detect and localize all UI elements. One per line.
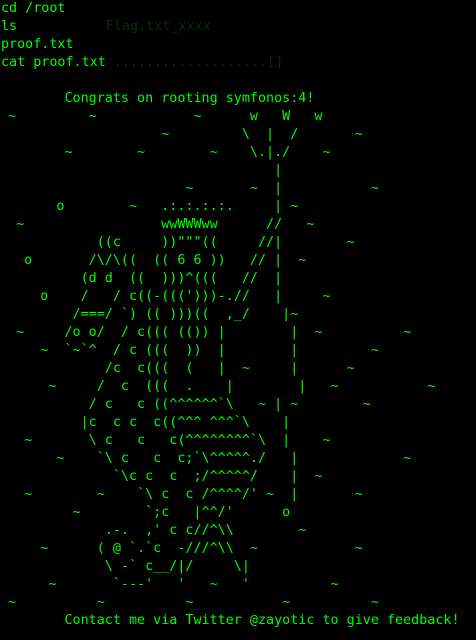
ascii-art-line: ~ ~ ~ ~ ~ [0, 595, 379, 610]
ascii-art-line: ~ ~ ~ w W w [0, 109, 323, 124]
command-history: cd /root ls Flag.txt_xxxx proof.txt cat pro… [0, 0, 476, 72]
ascii-art-line: ~ `\ c c c;`\^^^^^./ | ~ [0, 451, 412, 466]
ascii-art-line: / c c ((^^^^^^`\ ~ | ~ ~ [0, 397, 371, 412]
proof-banner: Congrats on rooting symfonos:4! ~ ~ ~ w … [0, 72, 476, 630]
faint-text: Flag.txt_xxxx [17, 19, 211, 34]
ascii-art-line: ~ ~ ~ \.|./ ~ [0, 145, 331, 160]
command-text: ls [1, 19, 18, 34]
command-text: cd /root [1, 1, 66, 16]
ascii-art-line: o ~ .:.:.:.:. | ~ [0, 199, 299, 214]
contact-message: Contact me via Twitter @zayotic to give … [0, 613, 460, 628]
ascii-art-line: ~ ~ `\ c c /^^^^/' ~ | ~ [0, 487, 363, 502]
ascii-art-line: `\c c c ;/^^^^^/ | ~ [0, 469, 323, 484]
ascii-art-line: ~ `---' ' ~ ' ~ [0, 577, 339, 592]
ascii-art-line: ~ / c ((( . | | ~ ~ [0, 379, 436, 394]
command-line: proof.txt [0, 36, 476, 54]
command-text: proof.txt [1, 37, 74, 52]
ascii-art-line: | [0, 163, 283, 178]
ascii-art-line: .-. ,' c c//^\\ ~ [0, 523, 307, 538]
ascii-art-line: ~ ~ | ~ [0, 181, 379, 196]
congrats-message: Congrats on rooting symfonos:4! [0, 91, 315, 106]
ascii-art-line: \ -` c__/|/ \| [0, 559, 250, 574]
ascii-art-line: /===/ `) (( )))(( ,_/ |~ [0, 307, 299, 322]
ascii-art-line: ~ wwWWWww // ~ [0, 217, 315, 232]
ascii-art-line: o / / c((-(((')))-.// | ~ [0, 289, 331, 304]
ascii-art-line: ((c ))"""(( //| ~ [0, 235, 355, 250]
command-text: cat proof.txt [1, 55, 106, 70]
ascii-art-line: |c c c c((^^^ ^^^`\ | [0, 415, 291, 430]
ascii-art-line: ~ `~`^ / c ((( )) | | ~ [0, 343, 379, 358]
ascii-art-line: o /\/\(( (( 6 6 )) // | ~ [0, 253, 307, 268]
ascii-art-line: ~ \ c c c(^^^^^^^^`\ | ~ [0, 433, 331, 448]
ascii-art-line: (d d (( )))^((( // | [0, 271, 283, 286]
ascii-art-line: ~ /o o/ / c((( (()) | | ~ ~ [0, 325, 412, 340]
command-line: cd /root [0, 0, 476, 18]
command-line: ls Flag.txt_xxxx [0, 18, 476, 36]
ascii-art-line [0, 72, 476, 90]
faint-text: ...................[] [105, 55, 284, 70]
command-line: cat proof.txt ...................[] [0, 54, 476, 72]
ascii-art-line: ~ \ | / ~ [0, 127, 363, 142]
ascii-art-line: /c c((( ( | ~ | ~ [0, 361, 355, 376]
ascii-art-line: ~ ( @ `.`c -///^\\ ~ ~ [0, 541, 363, 556]
ascii-art-line: ~ `;c |^^/' o [0, 505, 291, 520]
terminal-window[interactable]: cd /root ls Flag.txt_xxxx proof.txt cat pro… [0, 0, 476, 640]
